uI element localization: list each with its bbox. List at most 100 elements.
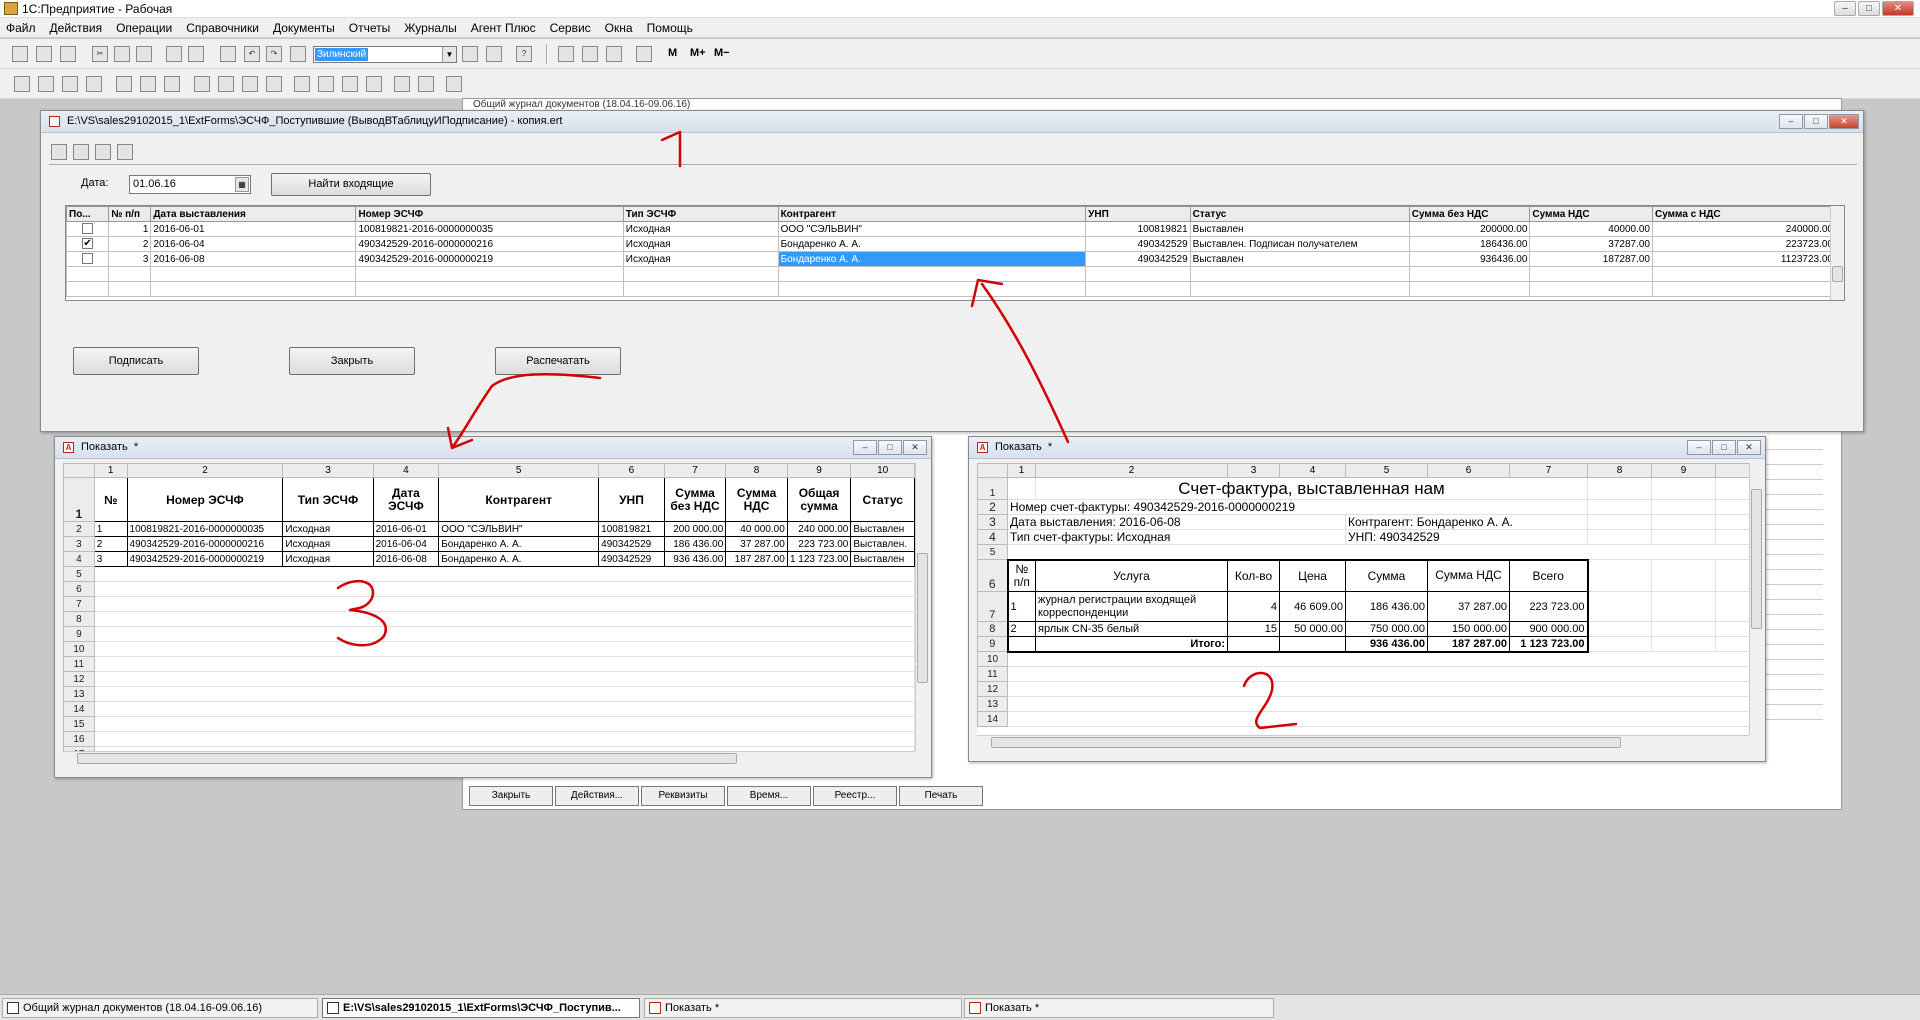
journal-registry-button[interactable]: Реестр...	[813, 786, 897, 806]
preview-icon[interactable]	[188, 46, 204, 62]
header-issue-date[interactable]: Дата выставления	[150, 206, 357, 222]
menu-help[interactable]: Помощь	[647, 21, 693, 35]
calendar-icon[interactable]	[582, 46, 598, 62]
header-counterparty[interactable]: Контрагент	[777, 206, 1087, 222]
minimize-button[interactable]: –	[1834, 1, 1856, 16]
minimize-button[interactable]: –	[1687, 440, 1711, 455]
register-icon[interactable]	[164, 76, 180, 92]
maximize-button[interactable]: □	[1804, 114, 1828, 129]
menu-documents[interactable]: Документы	[273, 21, 335, 35]
vscroll-thumb[interactable]	[1751, 489, 1762, 629]
menu-windows[interactable]: Окна	[605, 21, 633, 35]
row-checkbox[interactable]	[82, 223, 94, 235]
eschf-grid[interactable]: По... № п/п Дата выставления Номер ЭСЧФ …	[65, 205, 1845, 301]
grid-scrollbar[interactable]	[1830, 206, 1844, 300]
pencil-icon[interactable]	[294, 76, 310, 92]
cut-icon[interactable]: ✂	[92, 46, 108, 62]
search-combo[interactable]: Зилинский ▼	[313, 46, 457, 63]
binoculars-icon[interactable]	[290, 46, 306, 62]
outgoing-icon[interactable]	[62, 76, 78, 92]
find-icon[interactable]	[220, 46, 236, 62]
close-button[interactable]: ✕	[1737, 440, 1761, 455]
task-eschf-form[interactable]: E:\VS\sales29102015_1\ExtForms\ЭСЧФ_Пост…	[322, 998, 640, 1018]
maximize-button[interactable]: □	[1858, 1, 1880, 16]
incoming-icon[interactable]	[38, 76, 54, 92]
memory-plus-button[interactable]: M+	[690, 47, 706, 59]
cash-icon[interactable]	[194, 76, 210, 92]
show-list-hscroll[interactable]	[63, 751, 915, 765]
header-sign[interactable]: По...	[65, 206, 110, 222]
task-show-list[interactable]: Показать *	[644, 998, 962, 1018]
reprint-button[interactable]: Распечатать	[495, 347, 621, 375]
header-status[interactable]: Статус	[1189, 206, 1410, 222]
waybill-icon[interactable]	[140, 76, 156, 92]
people-search-icon[interactable]	[73, 144, 89, 160]
journal-print-button[interactable]: Печать	[899, 786, 983, 806]
maximize-button[interactable]: □	[878, 440, 902, 455]
invoice-icon[interactable]	[116, 76, 132, 92]
table-row[interactable]: 1 2016-06-01 100819821-2016-0000000035 И…	[65, 221, 1836, 237]
grid-scroll-thumb[interactable]	[1832, 266, 1843, 282]
undo-icon[interactable]: ↶	[244, 46, 260, 62]
minimize-button[interactable]: –	[853, 440, 877, 455]
maximize-button[interactable]: □	[1712, 440, 1736, 455]
calendar-icon[interactable]: ▦	[235, 177, 249, 192]
open-icon[interactable]	[36, 46, 52, 62]
search-all-icon[interactable]	[486, 46, 502, 62]
table-icon[interactable]	[342, 76, 358, 92]
help-icon[interactable]: ?	[516, 46, 532, 62]
header-vat-amount[interactable]: Сумма НДС	[1529, 206, 1653, 222]
menu-file[interactable]: Файл	[6, 21, 36, 35]
row-checkbox[interactable]	[82, 253, 94, 265]
menu-service[interactable]: Сервис	[550, 21, 591, 35]
task-show-invoice[interactable]: Показать *	[964, 998, 1274, 1018]
new-icon[interactable]	[12, 46, 28, 62]
invoice-hscroll[interactable]	[977, 735, 1749, 749]
print-icon[interactable]	[166, 46, 182, 62]
document-icon[interactable]	[95, 144, 111, 160]
paste-icon[interactable]	[136, 46, 152, 62]
messages-icon[interactable]	[606, 46, 622, 62]
header-eschf-number[interactable]: Номер ЭСЧФ	[355, 206, 624, 222]
globe-icon[interactable]	[394, 76, 410, 92]
show-list-vscroll[interactable]	[915, 463, 929, 751]
people-icon[interactable]	[51, 144, 67, 160]
search-next-icon[interactable]	[462, 46, 478, 62]
monitor-icon[interactable]	[446, 76, 462, 92]
directory-icon[interactable]	[86, 76, 102, 92]
memory-button[interactable]: M	[668, 47, 677, 59]
menu-actions[interactable]: Действия	[50, 21, 103, 35]
menu-journals[interactable]: Журналы	[404, 21, 456, 35]
header-unp[interactable]: УНП	[1085, 206, 1191, 222]
folder-icon[interactable]	[418, 76, 434, 92]
find-incoming-button[interactable]: Найти входящие	[271, 173, 431, 196]
hscroll-thumb[interactable]	[77, 753, 737, 764]
table-row[interactable]: 3 2016-06-08 490342529-2016-0000000219 И…	[65, 251, 1836, 267]
row-checkbox-checked[interactable]: ✔	[82, 238, 94, 250]
task-journal[interactable]: Общий журнал документов (18.04.16-09.06.…	[2, 998, 318, 1018]
memory-minus-button[interactable]: M−	[714, 47, 730, 59]
close-button[interactable]: ✕	[903, 440, 927, 455]
close-form-button[interactable]: Закрыть	[289, 347, 415, 375]
close-button[interactable]: ✕	[1829, 114, 1859, 129]
save-icon[interactable]	[60, 46, 76, 62]
menu-operations[interactable]: Операции	[116, 21, 172, 35]
show-list-sheet[interactable]: 1 2 3 4 5 6 7 8 9 10 1 № Номер ЭСЧФ Тип ЭСЧФ Дата…	[63, 463, 915, 751]
header-net-amount[interactable]: Сумма без НДС	[1408, 206, 1531, 222]
journal-time-button[interactable]: Время...	[727, 786, 811, 806]
table-row[interactable]: ✔ 2 2016-06-04 490342529-2016-0000000216…	[65, 236, 1836, 252]
menu-references[interactable]: Справочники	[186, 21, 259, 35]
close-button[interactable]: ✕	[1882, 1, 1914, 16]
minimize-button[interactable]: –	[1779, 114, 1803, 129]
journal-requisites-button[interactable]: Реквизиты	[641, 786, 725, 806]
cursor-icon[interactable]	[117, 144, 133, 160]
report-icon[interactable]	[242, 76, 258, 92]
calculator-icon[interactable]	[558, 46, 574, 62]
chart-icon[interactable]	[266, 76, 282, 92]
bank-icon[interactable]	[218, 76, 234, 92]
book-icon[interactable]	[636, 46, 652, 62]
copy-icon[interactable]	[114, 46, 130, 62]
header-eschf-type[interactable]: Тип ЭСЧФ	[622, 206, 779, 222]
chevron-down-icon[interactable]: ▼	[442, 47, 456, 62]
graph-icon[interactable]	[366, 76, 382, 92]
